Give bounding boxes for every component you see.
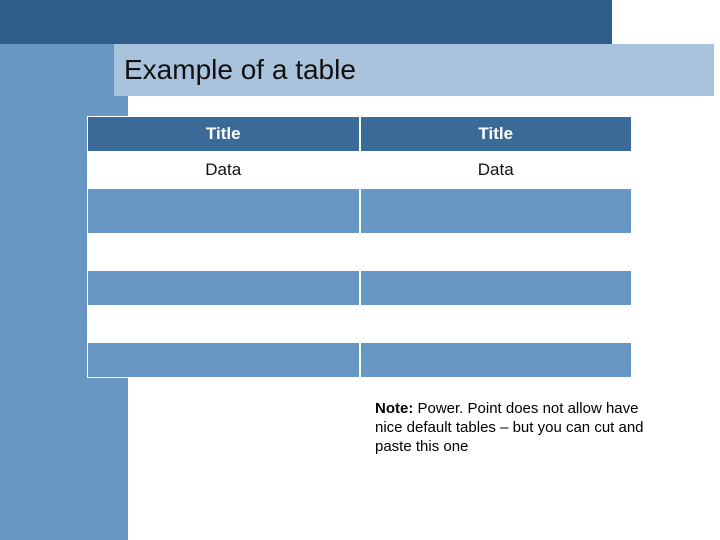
table-cell (87, 270, 360, 306)
table-cell (87, 234, 360, 270)
table-cell (360, 306, 633, 342)
table-row (87, 306, 632, 342)
table-row (87, 234, 632, 270)
table-row (87, 342, 632, 378)
top-accent-bar (0, 0, 612, 44)
table-cell (360, 188, 633, 234)
note-block: Note: Power. Point does not allow have n… (375, 400, 655, 456)
table-row (87, 188, 632, 234)
slide-title-band: Example of a table (114, 44, 714, 96)
note-text: Power. Point does not allow have nice de… (375, 400, 644, 455)
table-header-cell: Title (360, 116, 633, 152)
example-table: Title Title Data Data (87, 116, 632, 378)
table-cell (360, 270, 633, 306)
table-cell: Data (87, 152, 360, 188)
table-cell (360, 234, 633, 270)
table-cell (360, 342, 633, 378)
table-cell (87, 188, 360, 234)
table-cell: Data (360, 152, 633, 188)
table-header-row: Title Title (87, 116, 632, 152)
table-cell (87, 342, 360, 378)
table-row: Data Data (87, 152, 632, 188)
table-header-cell: Title (87, 116, 360, 152)
slide-title: Example of a table (124, 54, 356, 86)
note-label: Note: (375, 400, 413, 417)
table-cell (87, 306, 360, 342)
table-row (87, 270, 632, 306)
